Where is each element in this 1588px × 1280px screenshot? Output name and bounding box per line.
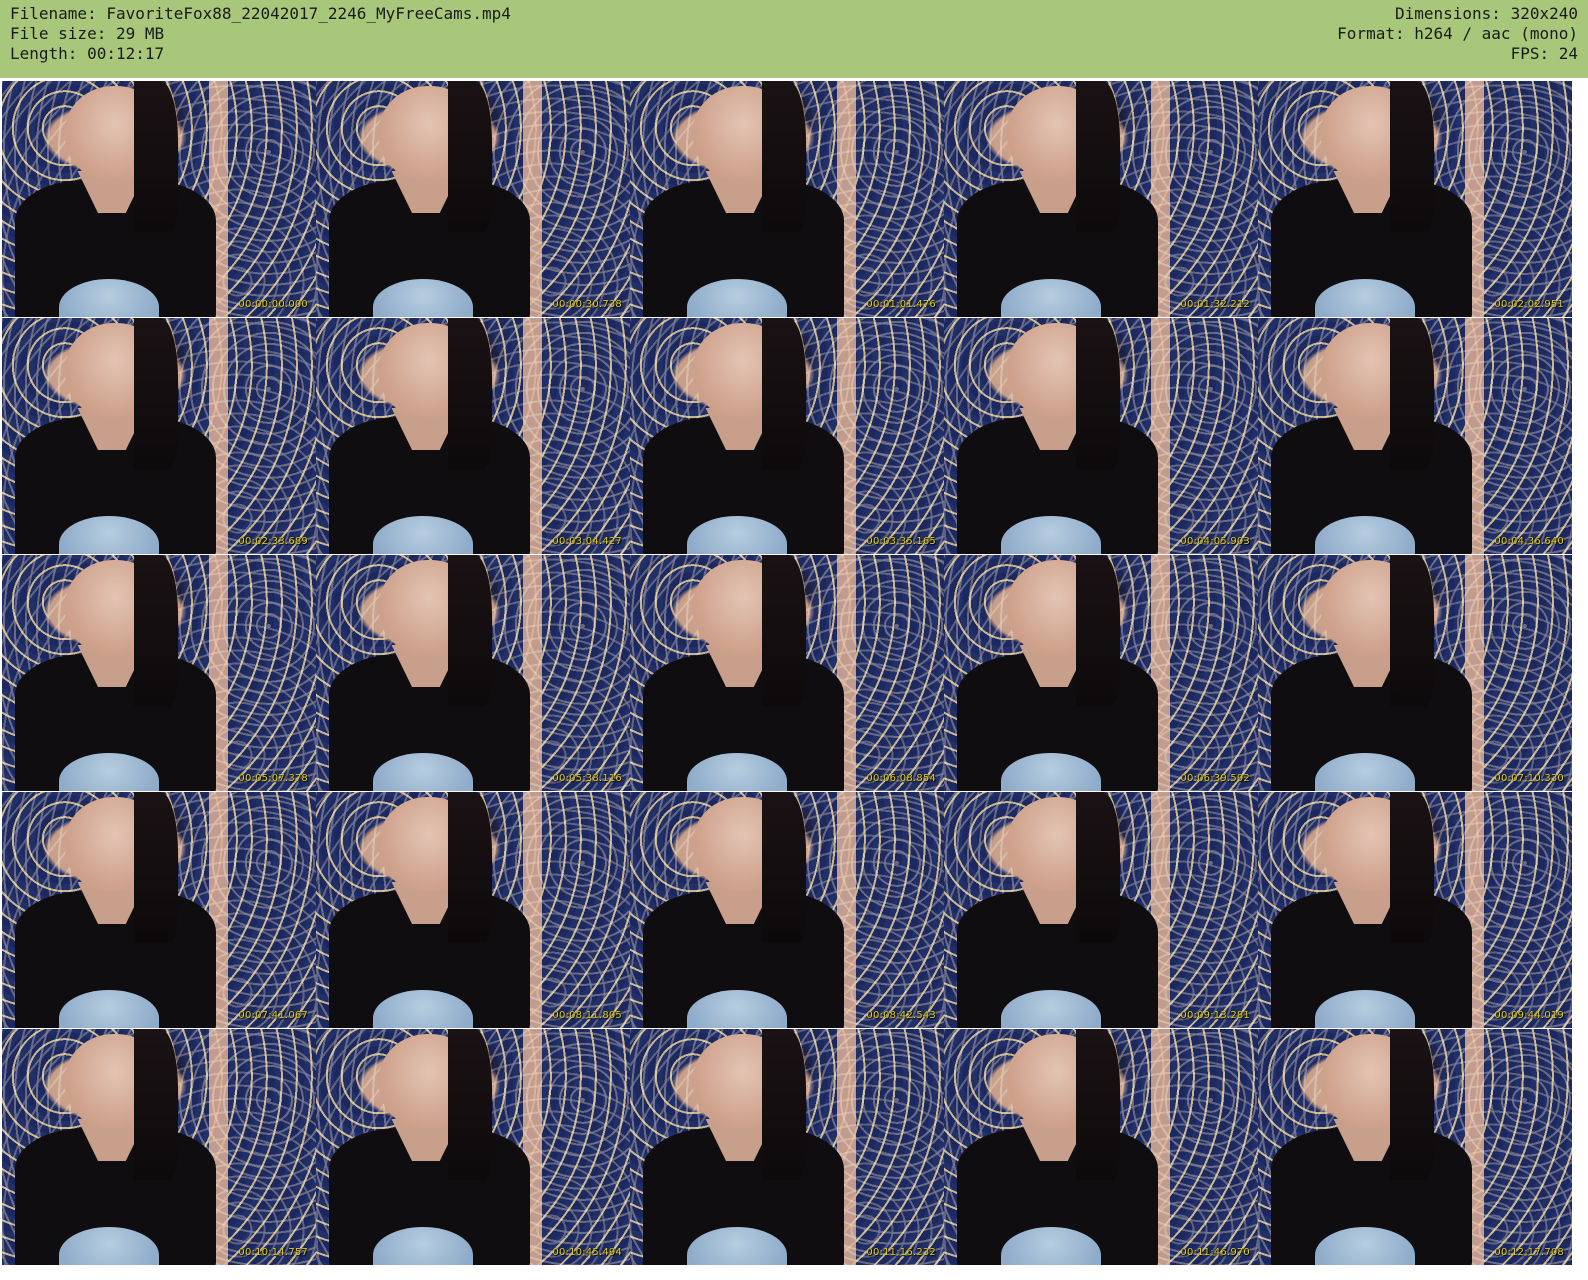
video-thumbnail: 00:11:46.970 [944, 1029, 1258, 1265]
video-thumbnail: 00:06:39.592 [944, 555, 1258, 791]
thumbnail-timestamp: 00:05:07.378 [238, 773, 308, 784]
thumbnail-timestamp: 00:01:32.212 [1180, 299, 1250, 310]
video-thumbnail: 00:09:44.019 [1258, 792, 1572, 1028]
figure-hair [761, 81, 806, 233]
thumbnail-timestamp: 00:09:13.281 [1180, 1010, 1250, 1021]
figure-hair [1389, 555, 1434, 707]
video-thumbnail: 00:08:42.543 [630, 792, 944, 1028]
file-info-right: Dimensions: 320x240 Format: h264 / aac (… [1337, 4, 1578, 64]
figure-hair [761, 1029, 806, 1181]
figure-hair [761, 318, 806, 470]
thumbnail-timestamp: 00:07:41.067 [238, 1010, 308, 1021]
video-thumbnail: 00:10:14.757 [2, 1029, 316, 1265]
figure-hair [447, 318, 492, 470]
figure-hair [1389, 318, 1434, 470]
figure-hair [447, 792, 492, 944]
thumbnail-timestamp: 00:12:17.708 [1494, 1247, 1564, 1258]
figure-hair [447, 1029, 492, 1181]
figure-hair [1075, 555, 1120, 707]
video-thumbnail: 00:02:02.951 [1258, 81, 1572, 317]
figure-hair [1075, 81, 1120, 233]
thumbnail-timestamp: 00:06:39.592 [1180, 773, 1250, 784]
figure-hair [1389, 81, 1434, 233]
figure-hair [761, 555, 806, 707]
video-thumbnail: 00:05:07.378 [2, 555, 316, 791]
figure-hair [133, 555, 178, 707]
video-thumbnail: 00:09:13.281 [944, 792, 1258, 1028]
thumbnail-timestamp: 00:10:45.494 [552, 1247, 622, 1258]
video-thumbnail: 00:01:01.476 [630, 81, 944, 317]
fps-text: FPS: 24 [1510, 44, 1578, 63]
video-thumbnail: 00:06:08.854 [630, 555, 944, 791]
thumbnail-timestamp: 00:07:10.330 [1494, 773, 1564, 784]
thumbnail-grid: 00:00:00.000 00:00:30.738 00:01:01.476 00:0… [0, 80, 1588, 1280]
thumbnail-timestamp: 00:05:38.116 [552, 773, 622, 784]
thumbnail-timestamp: 00:11:16.232 [866, 1247, 936, 1258]
info-header: Filename: FavoriteFox88_22042017_2246_My… [0, 0, 1588, 78]
figure-hair [133, 792, 178, 944]
figure-hair [761, 792, 806, 944]
figure-hair [133, 1029, 178, 1181]
thumbnail-timestamp: 00:03:04.427 [552, 536, 622, 547]
figure-hair [1075, 318, 1120, 470]
video-thumbnail: 00:04:05.903 [944, 318, 1258, 554]
file-size-text: File size: 29 MB [10, 24, 165, 43]
video-thumbnail: 00:11:16.232 [630, 1029, 944, 1265]
figure-hair [1075, 792, 1120, 944]
figure-hair [447, 555, 492, 707]
video-thumbnail: 00:05:38.116 [316, 555, 630, 791]
video-thumbnail: 00:00:00.000 [2, 81, 316, 317]
video-thumbnail: 00:00:30.738 [316, 81, 630, 317]
file-info-left: Filename: FavoriteFox88_22042017_2246_My… [10, 4, 511, 64]
dimensions-text: Dimensions: 320x240 [1394, 4, 1578, 23]
thumbnail-timestamp: 00:10:14.757 [238, 1247, 308, 1258]
video-thumbnail: 00:07:10.330 [1258, 555, 1572, 791]
video-thumbnail: 00:03:35.165 [630, 318, 944, 554]
thumbnail-timestamp: 00:02:33.689 [238, 536, 308, 547]
thumbnail-timestamp: 00:08:42.543 [866, 1010, 936, 1021]
thumbnail-timestamp: 00:00:30.738 [552, 299, 622, 310]
video-thumbnail: 00:03:04.427 [316, 318, 630, 554]
figure-hair [133, 318, 178, 470]
thumbnail-timestamp: 00:02:02.951 [1494, 299, 1564, 310]
video-thumbnail: 00:02:33.689 [2, 318, 316, 554]
filename-text: Filename: FavoriteFox88_22042017_2246_My… [10, 4, 511, 23]
figure-hair [1389, 1029, 1434, 1181]
thumbnail-timestamp: 00:11:46.970 [1180, 1247, 1250, 1258]
video-thumbnail: 00:07:41.067 [2, 792, 316, 1028]
thumbnail-timestamp: 00:00:00.000 [238, 299, 308, 310]
thumbnail-timestamp: 00:04:05.903 [1180, 536, 1250, 547]
figure-hair [1075, 1029, 1120, 1181]
video-thumbnail: 00:04:36.640 [1258, 318, 1572, 554]
format-text: Format: h264 / aac (mono) [1337, 24, 1578, 43]
thumbnail-timestamp: 00:04:36.640 [1494, 536, 1564, 547]
thumbnail-timestamp: 00:06:08.854 [866, 773, 936, 784]
video-thumbnail: 00:12:17.708 [1258, 1029, 1572, 1265]
figure-hair [447, 81, 492, 233]
thumbnail-timestamp: 00:09:44.019 [1494, 1010, 1564, 1021]
thumbnail-timestamp: 00:03:35.165 [866, 536, 936, 547]
thumbnail-timestamp: 00:01:01.476 [866, 299, 936, 310]
thumbnail-timestamp: 00:08:11.805 [552, 1010, 622, 1021]
video-thumbnail: 00:10:45.494 [316, 1029, 630, 1265]
length-text: Length: 00:12:17 [10, 44, 165, 63]
video-thumbnail: 00:08:11.805 [316, 792, 630, 1028]
figure-hair [1389, 792, 1434, 944]
figure-hair [133, 81, 178, 233]
video-thumbnail: 00:01:32.212 [944, 81, 1258, 317]
